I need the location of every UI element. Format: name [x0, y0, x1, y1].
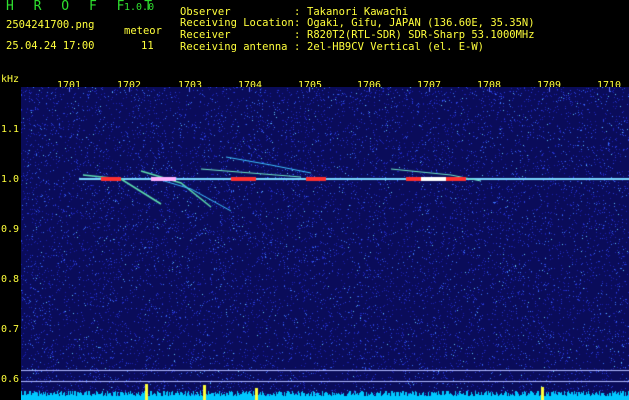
- detection-type-label: meteor: [124, 25, 162, 37]
- frequency-tick-label: 1.0: [1, 174, 20, 185]
- detection-count: 11: [141, 40, 154, 52]
- frequency-tick-label: 0.8: [1, 274, 20, 285]
- info-value-antenna: 2el-HB9CV Vertical (el. E-W): [307, 41, 485, 53]
- info-sep-location: :: [294, 17, 301, 29]
- spectrogram-plot: [21, 87, 629, 400]
- frequency-tick-label: 1.1: [1, 124, 20, 135]
- date-time: 25.04.24 17:00: [6, 40, 95, 52]
- info-key-antenna: Receiving antenna: [180, 41, 288, 53]
- info-key-receiver: Receiver: [180, 29, 231, 41]
- frequency-tick-label: 0.6: [1, 374, 20, 385]
- info-value-location: Ogaki, Gifu, JAPAN (136.60E, 35.35N): [307, 17, 535, 29]
- app-version: 1.0.0: [124, 2, 155, 13]
- frequency-unit-label: kHz: [1, 74, 20, 85]
- frequency-tick-label: 0.7: [1, 324, 20, 335]
- header-panel: H R O F F T 1.0.0 2504241700.png 25.04.2…: [0, 0, 629, 72]
- info-sep-antenna: :: [294, 41, 301, 53]
- info-value-receiver: R820T2(RTL-SDR) SDR-Sharp 53.1000MHz: [307, 29, 535, 41]
- info-key-location: Receiving Location: [180, 17, 294, 29]
- spectrogram-canvas: [21, 87, 629, 400]
- file-name: 2504241700.png: [6, 19, 95, 31]
- info-sep-receiver: :: [294, 29, 301, 41]
- frequency-tick-label: 0.9: [1, 224, 20, 235]
